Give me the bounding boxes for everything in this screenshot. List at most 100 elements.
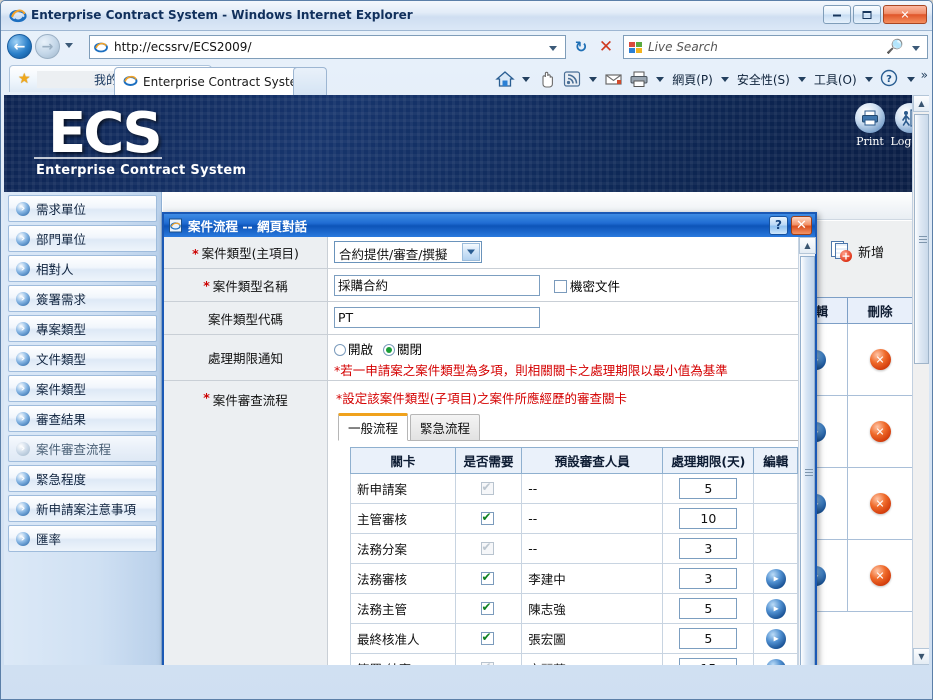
edit-icon[interactable] [765, 568, 786, 589]
home-chevron-down-icon[interactable] [522, 76, 531, 82]
stop-icon[interactable]: ✕ [595, 36, 617, 58]
page-menu[interactable]: 網頁(P) [670, 71, 715, 88]
days-input[interactable]: 15 [679, 658, 738, 665]
dialog-vscroll-thumb[interactable] [800, 256, 815, 665]
required-checkbox[interactable] [480, 510, 494, 525]
forward-button[interactable]: → [35, 34, 60, 59]
days-input[interactable]: 10 [679, 508, 738, 529]
days-input[interactable]: 5 [679, 598, 738, 619]
chevron-down-icon[interactable] [462, 243, 480, 261]
sidebar-item-5[interactable]: 文件類型 [8, 345, 157, 372]
sidebar-item-2[interactable]: 相對人 [8, 255, 157, 282]
back-button[interactable]: ← [7, 34, 32, 59]
days-input[interactable]: 3 [679, 538, 738, 559]
help-icon[interactable]: ? [879, 68, 901, 90]
deadline-radio-off[interactable] [383, 344, 395, 356]
edit-icon[interactable] [765, 658, 786, 665]
field-row-main-type: * 案件類型(主項目) 合約提供/審查/撰擬 [164, 237, 798, 269]
type-name-input[interactable]: 採購合約 [334, 274, 540, 296]
confidential-checkbox-wrap[interactable]: 機密文件 [554, 276, 620, 295]
sidebar-item-6[interactable]: 案件類型 [8, 375, 157, 402]
hand-icon[interactable] [536, 68, 558, 90]
sidebar-item-0[interactable]: 需求單位 [8, 195, 157, 222]
tools-menu-chevron-down-icon[interactable] [864, 76, 873, 82]
print-icon[interactable] [628, 68, 650, 90]
address-input[interactable]: http://ecssrv/ECS2009/ [89, 35, 566, 59]
dialog-close-button[interactable]: ✕ [791, 216, 812, 235]
dialog-vertical-scrollbar[interactable]: ▲ ▼ [798, 237, 816, 665]
close-window-button[interactable]: ✕ [883, 5, 927, 24]
rss-chevron-down-icon[interactable] [589, 76, 598, 82]
address-chevron-down-icon[interactable] [549, 46, 557, 51]
flow-tab-1[interactable]: 緊急流程 [410, 414, 481, 440]
live-search-provider-icon [628, 40, 643, 55]
print-chevron-down-icon[interactable] [656, 76, 665, 82]
dialog-help-button[interactable]: ? [769, 216, 788, 235]
help-chevron-down-icon[interactable] [906, 76, 915, 82]
toolbar-overflow-button[interactable]: » [921, 68, 928, 90]
edit-icon[interactable] [765, 598, 786, 619]
days-input[interactable]: 3 [679, 568, 738, 589]
delete-icon[interactable] [869, 493, 891, 514]
flow-days-cell: 5 [662, 473, 755, 504]
search-icon[interactable]: 🔍 [886, 39, 903, 55]
new-tab-button[interactable] [293, 67, 327, 95]
dialog-icon [168, 218, 183, 233]
site-subtitle: Enterprise Contract System [36, 163, 247, 178]
sidebar-item-label: 需求單位 [36, 202, 87, 217]
sidebar-item-11[interactable]: 匯率 [8, 525, 157, 552]
days-input[interactable]: 5 [679, 628, 738, 649]
home-icon[interactable] [494, 68, 516, 90]
days-input[interactable]: 5 [679, 478, 738, 499]
page-scrollbar[interactable]: ▲ ▼ [912, 95, 929, 665]
safety-menu[interactable]: 安全性(S) [735, 71, 792, 88]
flow-edit-cell [753, 503, 798, 534]
refresh-icon[interactable]: ↻ [571, 37, 591, 57]
tools-menu[interactable]: 工具(O) [812, 71, 859, 88]
mail-icon[interactable] [603, 68, 625, 90]
tab-enterprise-contract-system[interactable]: Enterprise Contract System [114, 67, 322, 95]
maximize-button[interactable] [853, 5, 881, 24]
delete-icon[interactable] [869, 349, 891, 370]
chevron-right-icon [16, 381, 30, 396]
dialog-scroll-up-icon[interactable]: ▲ [799, 237, 816, 254]
sidebar-item-9[interactable]: 緊急程度 [8, 465, 157, 492]
edit-icon[interactable] [765, 628, 786, 649]
flow-edit-cell [753, 533, 798, 564]
page-menu-chevron-down-icon[interactable] [720, 76, 729, 82]
page-scrollbar-thumb[interactable] [914, 114, 929, 364]
minimize-button[interactable] [823, 5, 851, 24]
main-type-select[interactable]: 合約提供/審查/撰擬 [334, 241, 482, 263]
confidential-checkbox[interactable] [554, 279, 567, 293]
rss-feed-icon[interactable] [561, 68, 583, 90]
sidebar-item-7[interactable]: 審查結果 [8, 405, 157, 432]
delete-icon[interactable] [869, 421, 891, 442]
add-button[interactable]: 新增 [830, 241, 884, 262]
sidebar-item-8[interactable]: 案件審查流程 [8, 435, 157, 462]
deadline-radio-off-wrap[interactable]: 關閉 [383, 342, 422, 357]
required-checkbox[interactable] [480, 630, 494, 645]
search-chevron-down-icon[interactable] [912, 46, 920, 51]
sidebar-item-3[interactable]: 簽署需求 [8, 285, 157, 312]
scroll-down-icon[interactable]: ▼ [913, 648, 929, 665]
deadline-radio-on-wrap[interactable]: 開啟 [334, 342, 377, 357]
type-code-input[interactable]: PT [334, 307, 540, 328]
flow-tab-0[interactable]: 一般流程 [338, 413, 409, 441]
sidebar-item-10[interactable]: 新申請案注意事項 [8, 495, 157, 522]
label-type-name: 案件類型名稱 [212, 278, 288, 294]
scroll-up-icon[interactable]: ▲ [913, 95, 929, 112]
required-checkbox[interactable] [480, 570, 494, 585]
flow-header-4: 編輯 [753, 447, 798, 474]
required-checkbox [480, 660, 494, 665]
window-titlebar: Enterprise Contract System - Windows Int… [1, 1, 932, 31]
delete-icon[interactable] [869, 565, 891, 586]
flow-required-cell [454, 503, 523, 534]
required-checkbox[interactable] [480, 600, 494, 615]
safety-menu-chevron-down-icon[interactable] [797, 76, 806, 82]
sidebar-item-4[interactable]: 專案類型 [8, 315, 157, 342]
recent-pages-chevron-down-icon[interactable] [65, 43, 73, 48]
window-title: Enterprise Contract System - Windows Int… [31, 8, 413, 22]
sidebar-item-1[interactable]: 部門單位 [8, 225, 157, 252]
deadline-radio-on[interactable] [334, 344, 346, 356]
search-input[interactable]: Live Search 🔍 [623, 35, 928, 59]
